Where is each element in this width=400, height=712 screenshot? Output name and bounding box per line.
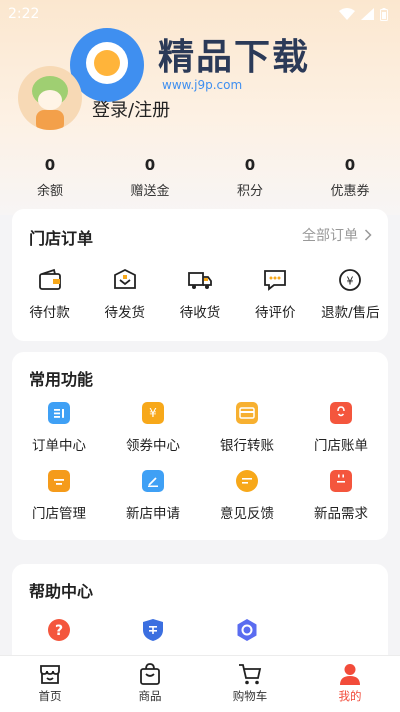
home-store-icon [40,665,60,684]
edit-icon [142,470,164,492]
stat-coupons[interactable]: 0 优惠券 [300,156,400,199]
truck-icon [188,272,212,289]
store-orders-card: 门店订单 全部订单 待付款 待发货 待收货 待评价 ¥ 退款/售后 [12,209,388,341]
order-item-label: 待收货 [179,305,221,321]
tab-label: 首页 [38,689,62,703]
func-label: 意见反馈 [220,506,274,522]
func-label: 新品需求 [314,506,368,522]
stat-label: 余额 [36,184,63,199]
func-order-center[interactable]: 订单中心 [12,402,106,454]
store-orders-title: 门店订单 [29,229,94,248]
account-stats: 0 余额 0 赠送金 0 积分 0 优惠券 [0,156,400,199]
common-functions-card: 常用功能 订单中心 ¥ 领券中心 银行转账 门店账单 门店管理 新店申请 意见反… [12,352,388,540]
watermark-url: www.j9p.com [162,78,243,92]
help-after-sales[interactable] [106,618,200,642]
watermark-title: 精品下载 [158,37,311,78]
svg-text:¥: ¥ [347,275,354,288]
store-icon [48,470,70,492]
order-item-label: 待付款 [29,305,70,321]
stat-value: 0 [144,156,156,174]
tab-label: 商品 [138,689,162,703]
tab-label: 我的 [338,689,362,703]
order-item-label: 退款/售后 [321,305,380,321]
stat-label: 赠送金 [130,184,170,199]
stat-points[interactable]: 0 积分 [200,156,300,199]
cart-icon [239,664,262,685]
func-store-management[interactable]: 门店管理 [12,470,106,522]
help-customer-service[interactable] [200,618,294,642]
avatar[interactable] [18,66,82,130]
shopping-bag-icon [330,402,352,424]
view-all-orders-link[interactable]: 全部订单 [302,225,372,245]
battery-icon [380,7,388,21]
stat-value: 0 [344,156,356,174]
tab-products[interactable]: 商品 [100,656,200,712]
feedback-icon [236,470,258,492]
tab-mine[interactable]: 我的 [300,656,400,712]
refund-icon: ¥ [339,269,362,291]
order-pending-payment[interactable]: 待付款 [12,267,87,321]
func-label: 门店账单 [314,438,368,454]
func-new-product-request[interactable]: 新品需求 [294,470,388,522]
order-list-icon [48,402,70,424]
status-icons [339,7,388,21]
signal-icon [361,8,374,20]
func-label: 银行转账 [220,438,274,454]
func-label: 领券中心 [126,438,180,454]
stat-bonus[interactable]: 0 赠送金 [100,156,200,199]
stat-value: 0 [44,156,56,174]
view-all-label: 全部订单 [302,228,358,244]
order-item-label: 待发货 [104,305,146,321]
status-time: 2:22 [8,6,40,22]
comment-icon [264,270,287,291]
question-icon: ? [48,619,70,641]
func-coupon-center[interactable]: ¥ 领券中心 [106,402,200,454]
wifi-icon [339,8,355,20]
order-pending-review[interactable]: 待评价 [238,267,313,321]
login-register-link[interactable]: 登录/注册 [92,96,170,122]
wallet-icon [38,268,61,290]
svg-text:?: ? [55,623,63,639]
tab-label: 购物车 [232,689,268,703]
profile-section[interactable]: 登录/注册 [18,66,170,130]
bag-icon [140,663,160,685]
stat-label: 积分 [236,184,263,199]
status-bar: 2:22 [0,0,400,28]
calendar-icon [330,470,352,492]
bottom-tab-bar: 首页 商品 购物车 我的 [0,655,400,712]
stat-label: 优惠券 [330,184,370,199]
package-icon [113,268,136,289]
order-refund-after-sales[interactable]: ¥ 退款/售后 [313,267,388,321]
func-bank-transfer[interactable]: 银行转账 [200,402,294,454]
order-pending-receipt[interactable]: 待收货 [162,267,237,321]
order-item-label: 待评价 [254,305,296,321]
chevron-right-icon [364,229,372,241]
after-sales-shield-icon [143,619,163,641]
func-feedback[interactable]: 意见反馈 [200,470,294,522]
func-label: 订单中心 [32,438,86,454]
tab-home[interactable]: 首页 [0,656,100,712]
person-icon [340,664,360,685]
func-label: 新店申请 [126,506,180,522]
tab-cart[interactable]: 购物车 [200,656,300,712]
func-new-store-application[interactable]: 新店申请 [106,470,200,522]
func-store-bill[interactable]: 门店账单 [294,402,388,454]
coupon-icon: ¥ [142,402,164,424]
bank-card-icon [236,402,258,424]
service-icon [237,619,257,641]
help-center-title: 帮助中心 [29,582,94,601]
help-faq[interactable]: ? [12,618,106,642]
func-label: 门店管理 [32,506,86,522]
stat-value: 0 [244,156,256,174]
common-functions-title: 常用功能 [29,370,94,389]
stat-balance[interactable]: 0 余额 [0,156,100,199]
order-pending-shipment[interactable]: 待发货 [87,267,162,321]
